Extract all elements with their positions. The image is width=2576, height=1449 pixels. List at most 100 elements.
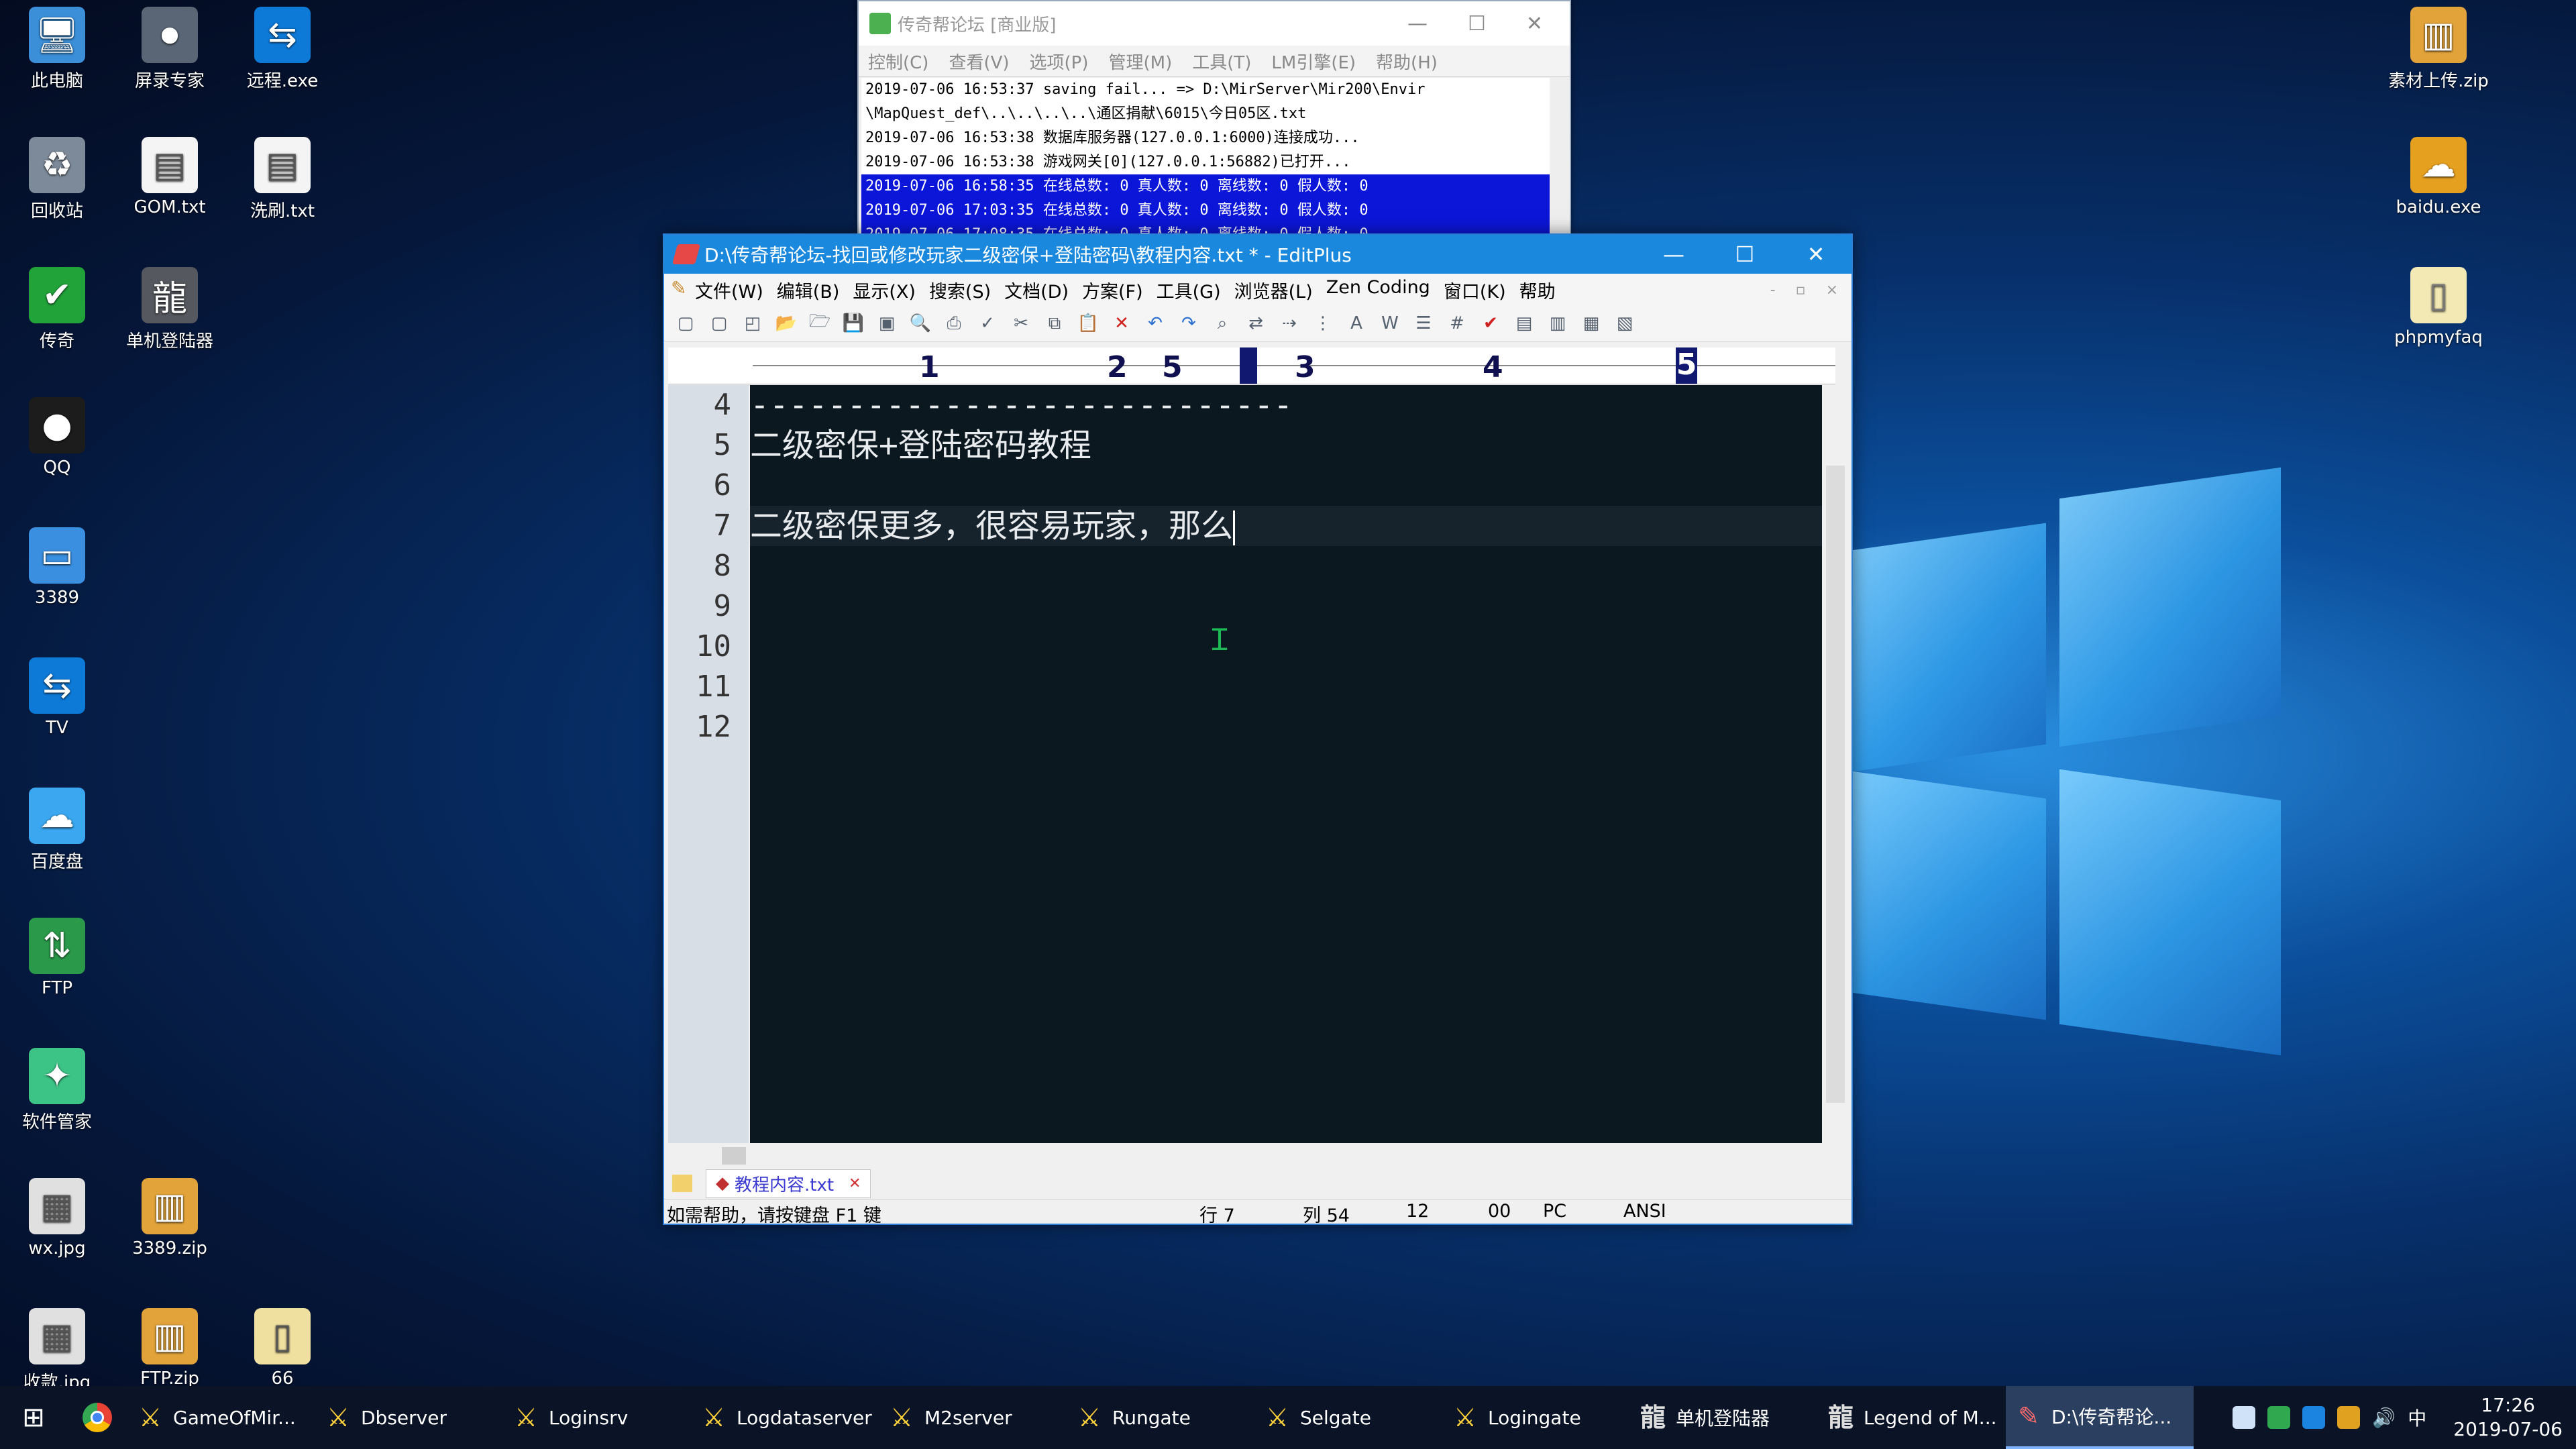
desktop-icon[interactable]: ⇆ TV bbox=[0, 657, 114, 738]
menu-item[interactable]: 查看(V) bbox=[949, 49, 1009, 74]
font-icon[interactable]: A bbox=[1343, 311, 1370, 336]
volume-icon[interactable]: 🔊 bbox=[2372, 1407, 2396, 1429]
menu-item[interactable]: 工具(G) bbox=[1157, 277, 1221, 303]
editor-line[interactable] bbox=[750, 546, 1822, 586]
tray-teamviewer-icon[interactable] bbox=[2302, 1406, 2326, 1429]
save-icon[interactable]: 💾 bbox=[840, 311, 867, 336]
spellcheck-icon[interactable]: ✓ bbox=[974, 311, 1001, 336]
wordwrap-icon[interactable]: W bbox=[1377, 311, 1403, 336]
close-button[interactable]: ✕ bbox=[1526, 12, 1543, 36]
editor-line[interactable] bbox=[750, 667, 1822, 707]
indent-icon[interactable]: ☰ bbox=[1410, 311, 1437, 336]
scrollbar-thumb[interactable] bbox=[1826, 466, 1845, 1103]
open-icon[interactable]: 📂 bbox=[773, 311, 800, 336]
folder-icon[interactable] bbox=[672, 1175, 692, 1192]
replace-icon[interactable]: ⇄ bbox=[1242, 311, 1269, 336]
desktop-icon[interactable]: ▥ 3389.zip bbox=[113, 1178, 227, 1258]
editplus-window[interactable]: D:\传奇帮论坛-找回或修改玩家二级密保+登陆密码\教程内容.txt * - E… bbox=[663, 233, 1853, 1226]
ime-indicator[interactable]: 中 bbox=[2408, 1404, 2426, 1431]
linenum-icon[interactable]: # bbox=[1444, 311, 1470, 336]
redo-icon[interactable]: ↷ bbox=[1175, 311, 1202, 336]
taskbar-app-button[interactable]: ⚔ Dbserver bbox=[315, 1386, 503, 1449]
menu-item[interactable]: 文件(W) bbox=[695, 277, 763, 303]
print-preview-icon[interactable]: 🔍 bbox=[907, 311, 934, 336]
menu-item[interactable]: 搜索(S) bbox=[929, 277, 991, 303]
menu-item[interactable]: 编辑(B) bbox=[777, 277, 840, 303]
desktop-icon[interactable]: ▥ FTP.zip bbox=[113, 1308, 227, 1389]
horizontal-scrollbar[interactable] bbox=[668, 1144, 1822, 1167]
new-doc-icon[interactable]: ▢ bbox=[706, 311, 733, 336]
menu-item[interactable]: 浏览器(L) bbox=[1234, 277, 1313, 303]
menu-item[interactable]: LM引擎(E) bbox=[1271, 49, 1356, 74]
open-folder-icon[interactable]: 🗁 bbox=[806, 311, 833, 336]
desktop-icon[interactable]: ▭ 3389 bbox=[0, 527, 114, 608]
paste-icon[interactable]: 📋 bbox=[1075, 311, 1102, 336]
menu-item[interactable]: 显示(X) bbox=[853, 277, 916, 303]
taskbar-app-button[interactable]: ⚔ Rungate bbox=[1067, 1386, 1254, 1449]
view1-icon[interactable]: ▤ bbox=[1511, 311, 1538, 336]
new-file-icon[interactable]: ▢ bbox=[672, 311, 699, 336]
menu-item[interactable]: Zen Coding bbox=[1326, 277, 1430, 303]
view3-icon[interactable]: ▦ bbox=[1578, 311, 1605, 336]
maximize-button[interactable]: ☐ bbox=[1709, 241, 1780, 267]
editor-line[interactable]: 二级密保+登陆密码教程 bbox=[750, 425, 1822, 466]
desktop-icon[interactable]: ✔ 传奇 bbox=[0, 267, 114, 352]
desktop-icon[interactable]: ▦ 收款.jpg bbox=[0, 1308, 114, 1393]
undo-icon[interactable]: ↶ bbox=[1142, 311, 1169, 336]
desktop-icon[interactable]: ▯ 66 bbox=[225, 1308, 339, 1389]
chrome-taskbar-button[interactable] bbox=[67, 1386, 127, 1449]
taskbar-app-button[interactable]: ⚔ M2server bbox=[879, 1386, 1067, 1449]
taskbar-clock[interactable]: 17:26 2019-07-06 bbox=[2440, 1393, 2576, 1442]
tray-app-icon[interactable] bbox=[2233, 1406, 2256, 1429]
taskbar-app-button[interactable]: 龍 Legend of M... bbox=[1818, 1386, 2006, 1449]
menu-item[interactable]: 帮助 bbox=[1519, 277, 1556, 303]
desktop-icon[interactable]: ▤ GOM.txt bbox=[113, 137, 227, 217]
desktop-icon[interactable]: ✦ 软件管家 bbox=[0, 1048, 114, 1133]
menu-item[interactable]: 工具(T) bbox=[1192, 49, 1251, 74]
document-tab[interactable]: ◆ 教程内容.txt ✕ bbox=[706, 1169, 871, 1198]
mdi-close-button[interactable]: × bbox=[1826, 282, 1838, 299]
start-button[interactable]: ⊞ bbox=[0, 1386, 67, 1449]
editor-line[interactable] bbox=[750, 586, 1822, 627]
menu-item[interactable]: 选项(P) bbox=[1030, 49, 1089, 74]
tray-wechat-icon[interactable] bbox=[2267, 1406, 2291, 1429]
server-console-window[interactable]: 传奇帮论坛 [商业版] — ☐ ✕ 控制(C) 查看(V) 选项(P) 管理(M) 工具… bbox=[857, 0, 1571, 237]
desktop-icon[interactable]: ▥ 素材上传.zip bbox=[2381, 7, 2496, 92]
menu-item[interactable]: 窗口(K) bbox=[1444, 277, 1506, 303]
view4-icon[interactable]: ▧ bbox=[1611, 311, 1638, 336]
editor-line[interactable] bbox=[750, 466, 1822, 506]
desktop-icon[interactable]: ▤ 洗刷.txt bbox=[225, 137, 339, 222]
desktop-icon[interactable]: ▦ wx.jpg bbox=[0, 1178, 114, 1258]
taskbar-app-button[interactable]: ⚔ Loginsrv bbox=[503, 1386, 691, 1449]
editor-line[interactable] bbox=[750, 707, 1822, 747]
minimize-button[interactable]: — bbox=[1407, 12, 1428, 36]
desktop-icon[interactable]: 🖥 此电脑 bbox=[0, 7, 114, 92]
check-icon[interactable]: ✔ bbox=[1477, 311, 1504, 336]
column-icon[interactable]: ⋮ bbox=[1309, 311, 1336, 336]
editor-line[interactable]: 二级密保更多，很容易玩家，那么 bbox=[750, 506, 1822, 546]
server-window-titlebar[interactable]: 传奇帮论坛 [商业版] — ☐ ✕ bbox=[859, 1, 1570, 46]
print-icon[interactable]: ⎙ bbox=[941, 311, 967, 336]
taskbar-app-button[interactable]: ⚔ GameOfMir... bbox=[127, 1386, 315, 1449]
editor-line[interactable]: ---------------------------- bbox=[750, 385, 1822, 425]
cut-icon[interactable]: ✂ bbox=[1008, 311, 1034, 336]
text-editor-area[interactable]: ---------------------------- 二级密保+登陆密码教程二… bbox=[750, 385, 1822, 1143]
desktop-icon[interactable]: ▯ phpmyfaq bbox=[2381, 267, 2496, 347]
close-button[interactable]: ✕ bbox=[1780, 241, 1851, 267]
menu-item[interactable]: 文档(D) bbox=[1004, 277, 1069, 303]
desktop-icon[interactable]: ⇅ FTP bbox=[0, 918, 114, 998]
editor-line[interactable] bbox=[750, 627, 1822, 667]
tray-qq-icon[interactable] bbox=[2337, 1406, 2361, 1429]
taskbar-app-button[interactable]: ✎ D:\传奇帮论... bbox=[2006, 1386, 2194, 1449]
mdi-minimize-button[interactable]: - bbox=[1770, 282, 1776, 299]
desktop-icon[interactable]: 龍单机登陆器 bbox=[113, 267, 227, 352]
menu-item[interactable]: 帮助(H) bbox=[1376, 49, 1438, 74]
server-log-scrollbar[interactable] bbox=[1551, 78, 1568, 233]
desktop-icon[interactable]: ● QQ bbox=[0, 397, 114, 478]
find-icon[interactable]: ⌕ bbox=[1209, 311, 1236, 336]
scrollbar-thumb[interactable] bbox=[722, 1147, 746, 1165]
editplus-titlebar[interactable]: D:\传奇帮论坛-找回或修改玩家二级密保+登陆密码\教程内容.txt * - E… bbox=[664, 235, 1851, 274]
new-html-icon[interactable]: ◰ bbox=[739, 311, 766, 336]
copy-icon[interactable]: ⧉ bbox=[1041, 311, 1068, 336]
desktop-icon[interactable]: ☁ baidu.exe bbox=[2381, 137, 2496, 217]
